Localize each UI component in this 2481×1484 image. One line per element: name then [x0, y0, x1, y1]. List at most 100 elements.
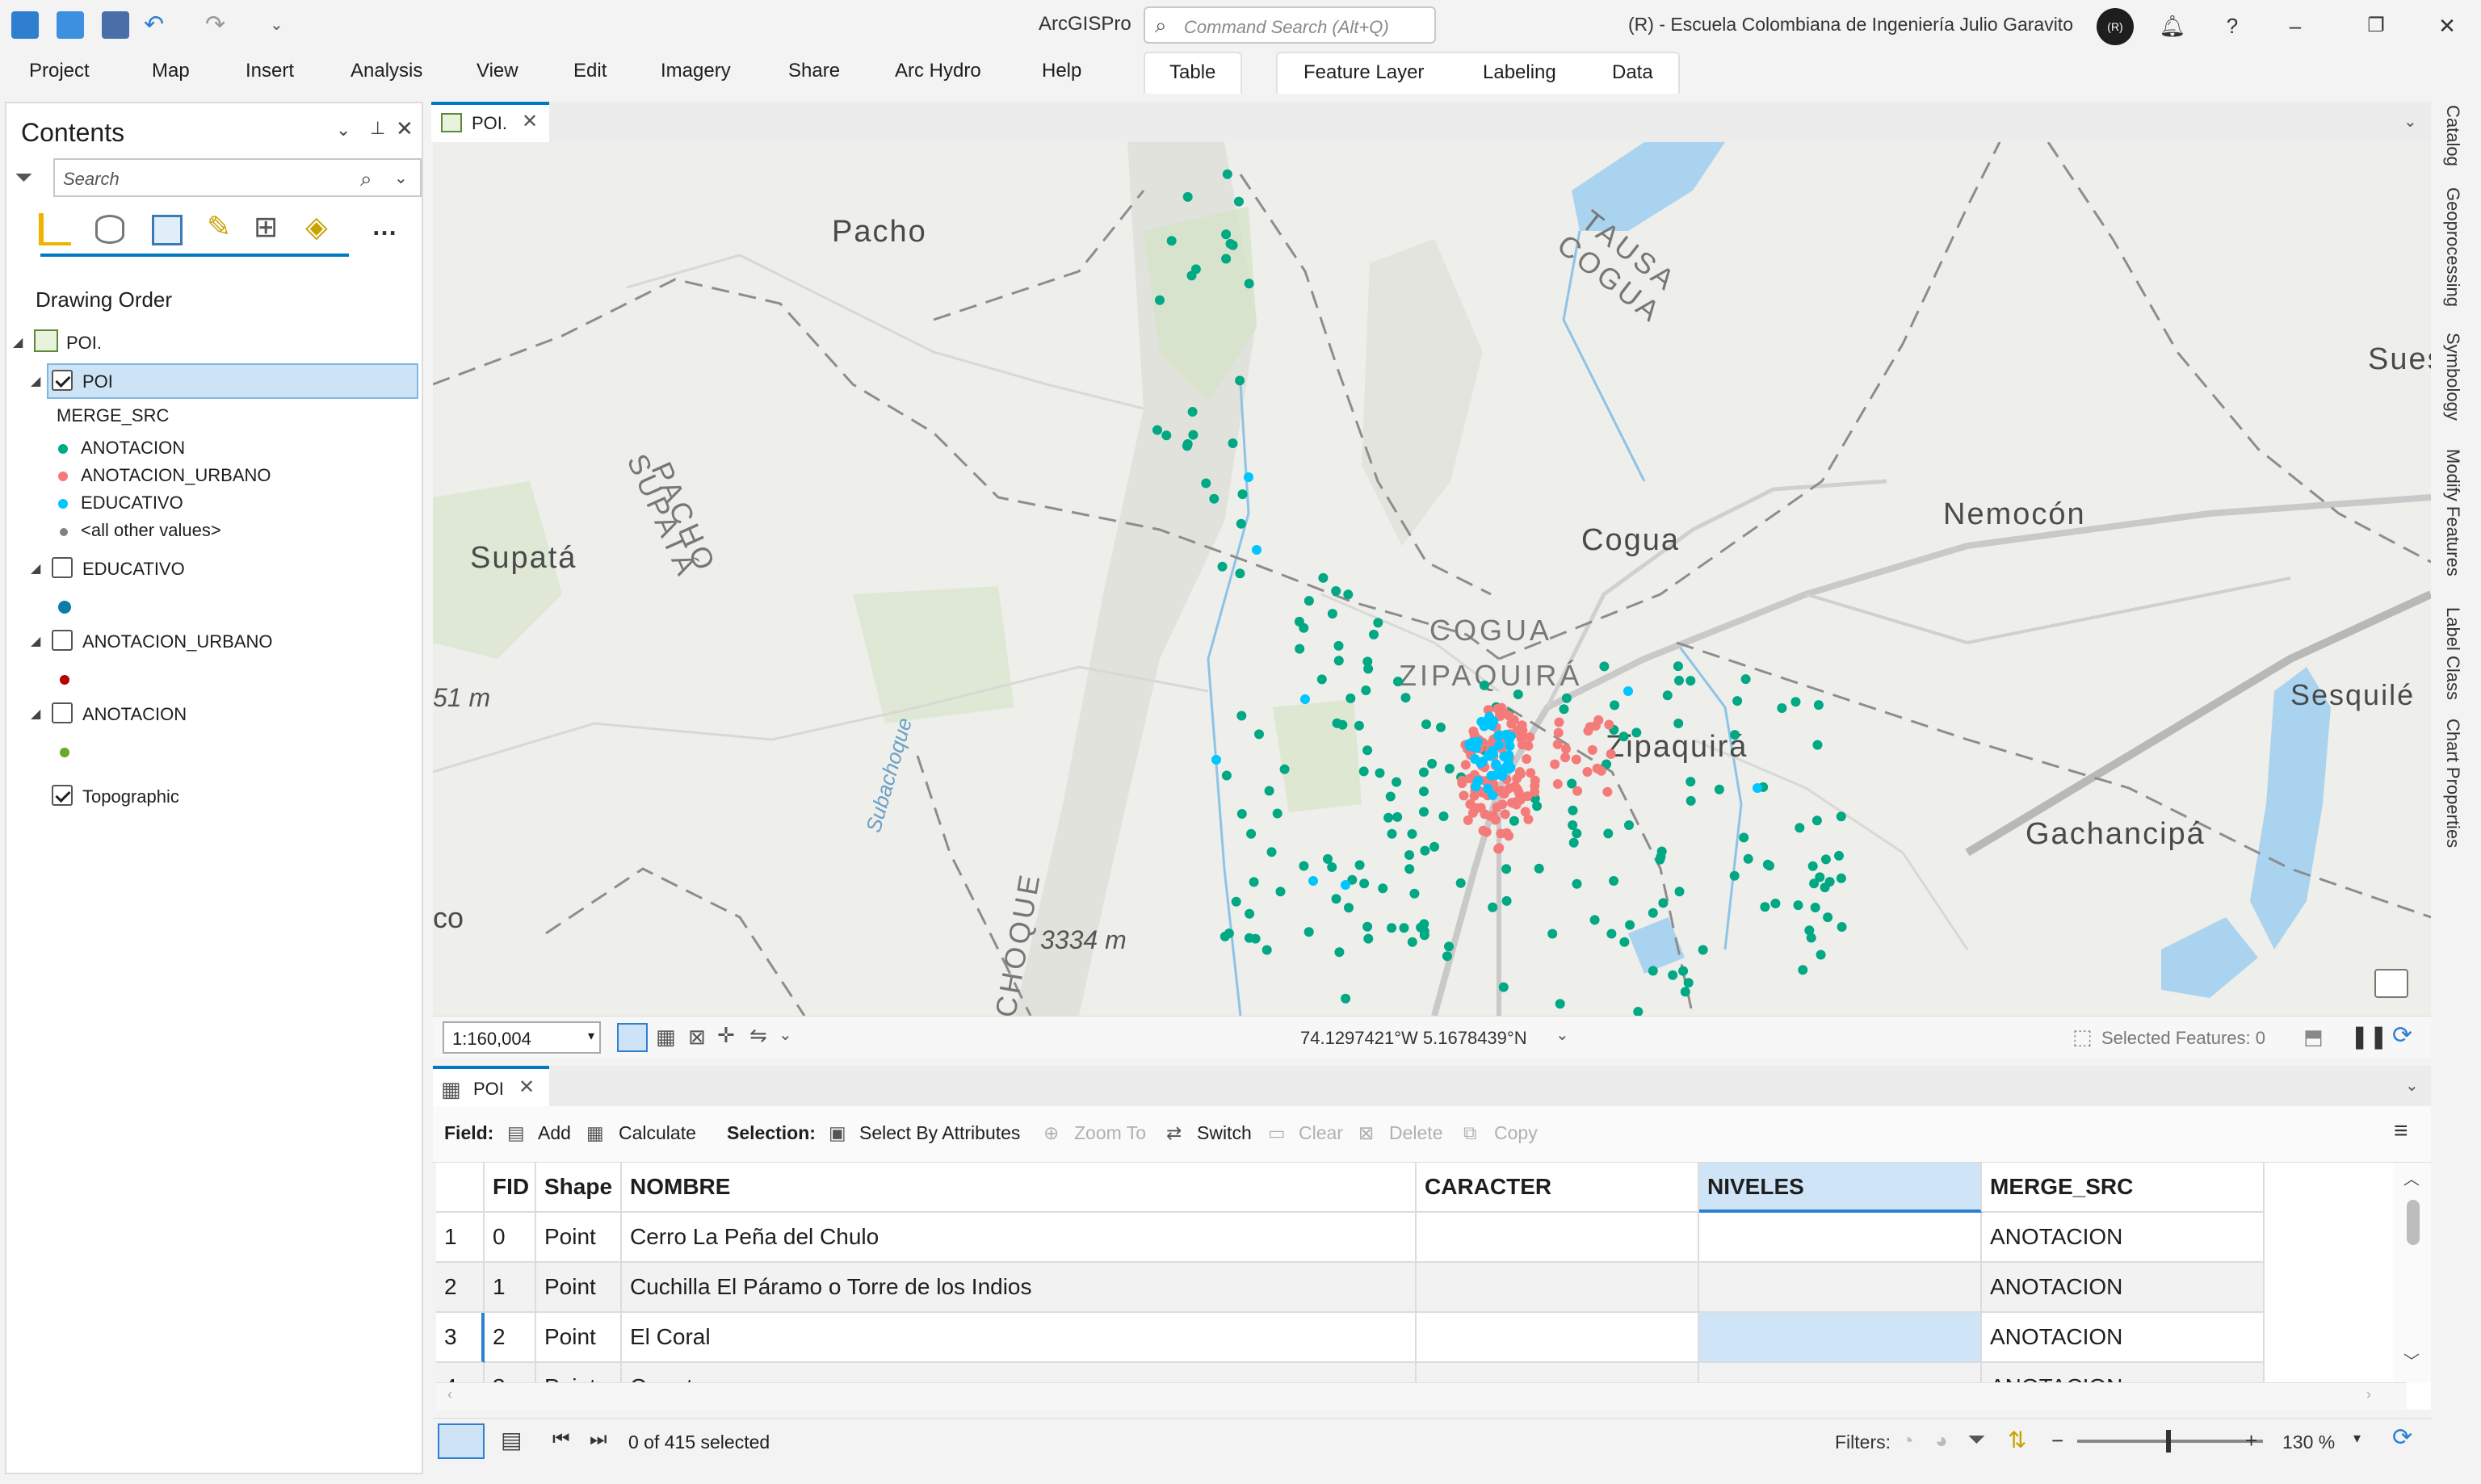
dock-tab-chart-properties[interactable]: Chart Properties [2442, 719, 2463, 848]
poi-point[interactable] [1182, 441, 1192, 451]
poi-point[interactable] [1683, 978, 1694, 988]
poi-point[interactable] [1444, 941, 1454, 952]
scroll-down-icon[interactable]: ﹀ [2403, 1348, 2420, 1372]
anotacion-visibility-checkbox[interactable] [52, 702, 73, 723]
basemap-attribution-icon[interactable] [2374, 969, 2408, 998]
poi-point[interactable] [1606, 748, 1616, 759]
row-number[interactable]: 2 [436, 1263, 485, 1313]
poi-point[interactable] [1770, 899, 1781, 908]
poi-point[interactable] [1530, 781, 1540, 791]
column-header-shape[interactable]: Shape [536, 1163, 622, 1213]
poi-point[interactable] [1568, 805, 1578, 815]
poi-point[interactable] [1387, 828, 1397, 839]
poi-point[interactable] [1488, 790, 1498, 800]
chevron-down-icon[interactable]: ⌄ [394, 168, 408, 188]
poi-point[interactable] [1609, 876, 1619, 886]
poi-point[interactable] [1359, 878, 1370, 889]
poi-point[interactable] [1554, 717, 1564, 727]
poi-point[interactable] [1561, 693, 1572, 703]
open-project-icon[interactable] [57, 11, 84, 39]
zoom-in-icon[interactable]: + [2245, 1428, 2257, 1453]
poi-point[interactable] [1166, 236, 1177, 246]
poi-point[interactable] [1341, 993, 1351, 1004]
close-icon[interactable]: ✕ [2431, 10, 2463, 42]
poi-point[interactable] [1488, 748, 1498, 759]
help-icon[interactable]: ? [2216, 10, 2248, 42]
save-project-icon[interactable] [102, 11, 129, 39]
poi-point[interactable] [1407, 828, 1417, 839]
tab-labeling[interactable]: Labeling [1483, 61, 1556, 84]
list-by-editing-icon[interactable]: ✎ [207, 210, 231, 244]
coordinate-readout[interactable]: 74.1297421°W 5.1678439°N [1300, 1028, 1527, 1049]
scroll-right-icon[interactable]: › [2366, 1386, 2371, 1403]
poi-point[interactable] [1333, 640, 1344, 651]
poi-point[interactable] [1732, 696, 1743, 706]
poi-point[interactable] [1464, 740, 1475, 750]
poi-point[interactable] [1404, 850, 1414, 860]
poi-point[interactable] [1730, 730, 1740, 740]
poi-point[interactable] [1820, 882, 1830, 893]
poi-point[interactable] [1500, 809, 1510, 820]
poi-point[interactable] [1798, 965, 1808, 975]
poi-point[interactable] [1572, 786, 1583, 796]
anotacion-symbol[interactable] [60, 748, 69, 757]
add-field-button[interactable]: Add [538, 1122, 571, 1144]
poi-point[interactable] [1619, 937, 1630, 947]
poi-point[interactable] [1438, 811, 1449, 821]
navigation-icon[interactable]: ✛ [717, 1023, 735, 1048]
contents-search-input[interactable]: Search ⌕ ⌄ [53, 158, 422, 197]
view-options-icon[interactable]: ⌄ [2405, 1075, 2419, 1096]
table-cell-fid[interactable]: 1 [485, 1263, 536, 1313]
poi-point[interactable] [1187, 407, 1198, 417]
poi-point[interactable] [1523, 740, 1534, 751]
poi-point[interactable] [1668, 970, 1678, 980]
poi-point[interactable] [1678, 966, 1689, 976]
educativo-visibility-checkbox[interactable] [52, 557, 73, 578]
close-pane-icon[interactable]: ✕ [396, 116, 414, 141]
fixed-zoom-icon[interactable] [617, 1023, 648, 1052]
poi-point[interactable] [1419, 767, 1429, 778]
poi-point[interactable] [1224, 929, 1234, 938]
poi-point[interactable] [1155, 295, 1165, 305]
poi-point[interactable] [1211, 755, 1221, 765]
tab-project[interactable]: Project [29, 60, 90, 82]
poi-point[interactable] [1602, 786, 1613, 797]
poi-point[interactable] [1387, 923, 1397, 933]
poi-point[interactable] [1514, 730, 1525, 740]
close-tab-icon[interactable]: ✕ [518, 1075, 535, 1099]
expand-anotacion-urbano-icon[interactable]: ◢ [31, 633, 40, 649]
row-number[interactable]: 1 [436, 1213, 485, 1263]
poi-point[interactable] [1790, 697, 1801, 707]
anotacion-urbano-symbol[interactable] [60, 675, 69, 685]
poi-point[interactable] [1662, 690, 1673, 701]
poi-point[interactable] [1436, 722, 1446, 732]
poi-point[interactable] [1245, 908, 1255, 919]
poi-points-layer[interactable] [433, 142, 2431, 1016]
refresh-icon[interactable]: ⟳ [2392, 1423, 2412, 1452]
tab-arc-hydro[interactable]: Arc Hydro [895, 60, 981, 82]
column-header-fid[interactable]: FID [485, 1163, 536, 1213]
poi-point[interactable] [1375, 768, 1385, 778]
poi-point[interactable] [1685, 777, 1696, 787]
poi-point[interactable] [1236, 711, 1247, 721]
poi-point[interactable] [1161, 430, 1172, 441]
table-cell-niveles[interactable] [1699, 1313, 1982, 1363]
anotacion-urbano-visibility-checkbox[interactable] [52, 630, 73, 651]
zoom-out-icon[interactable]: − [2051, 1428, 2063, 1453]
table-cell-shape[interactable]: Point [536, 1213, 622, 1263]
poi-point[interactable] [1836, 811, 1846, 822]
column-header-nombre[interactable]: NOMBRE [622, 1163, 1417, 1213]
poi-point[interactable] [1498, 982, 1509, 992]
zoom-to-button[interactable]: Zoom To [1074, 1122, 1146, 1144]
poi-point[interactable] [1303, 596, 1314, 606]
expand-poi-icon[interactable]: ◢ [31, 373, 40, 389]
poi-point[interactable] [1525, 732, 1535, 742]
delete-button[interactable]: Delete [1389, 1122, 1442, 1144]
correction-icon[interactable]: ⇋ [749, 1023, 767, 1048]
table-cell-caracter[interactable] [1417, 1313, 1699, 1363]
poi-point[interactable] [1404, 864, 1415, 874]
new-project-icon[interactable] [11, 11, 39, 39]
poi-point[interactable] [1834, 850, 1844, 861]
poi-point[interactable] [1261, 945, 1272, 955]
poi-point[interactable] [1236, 518, 1246, 529]
